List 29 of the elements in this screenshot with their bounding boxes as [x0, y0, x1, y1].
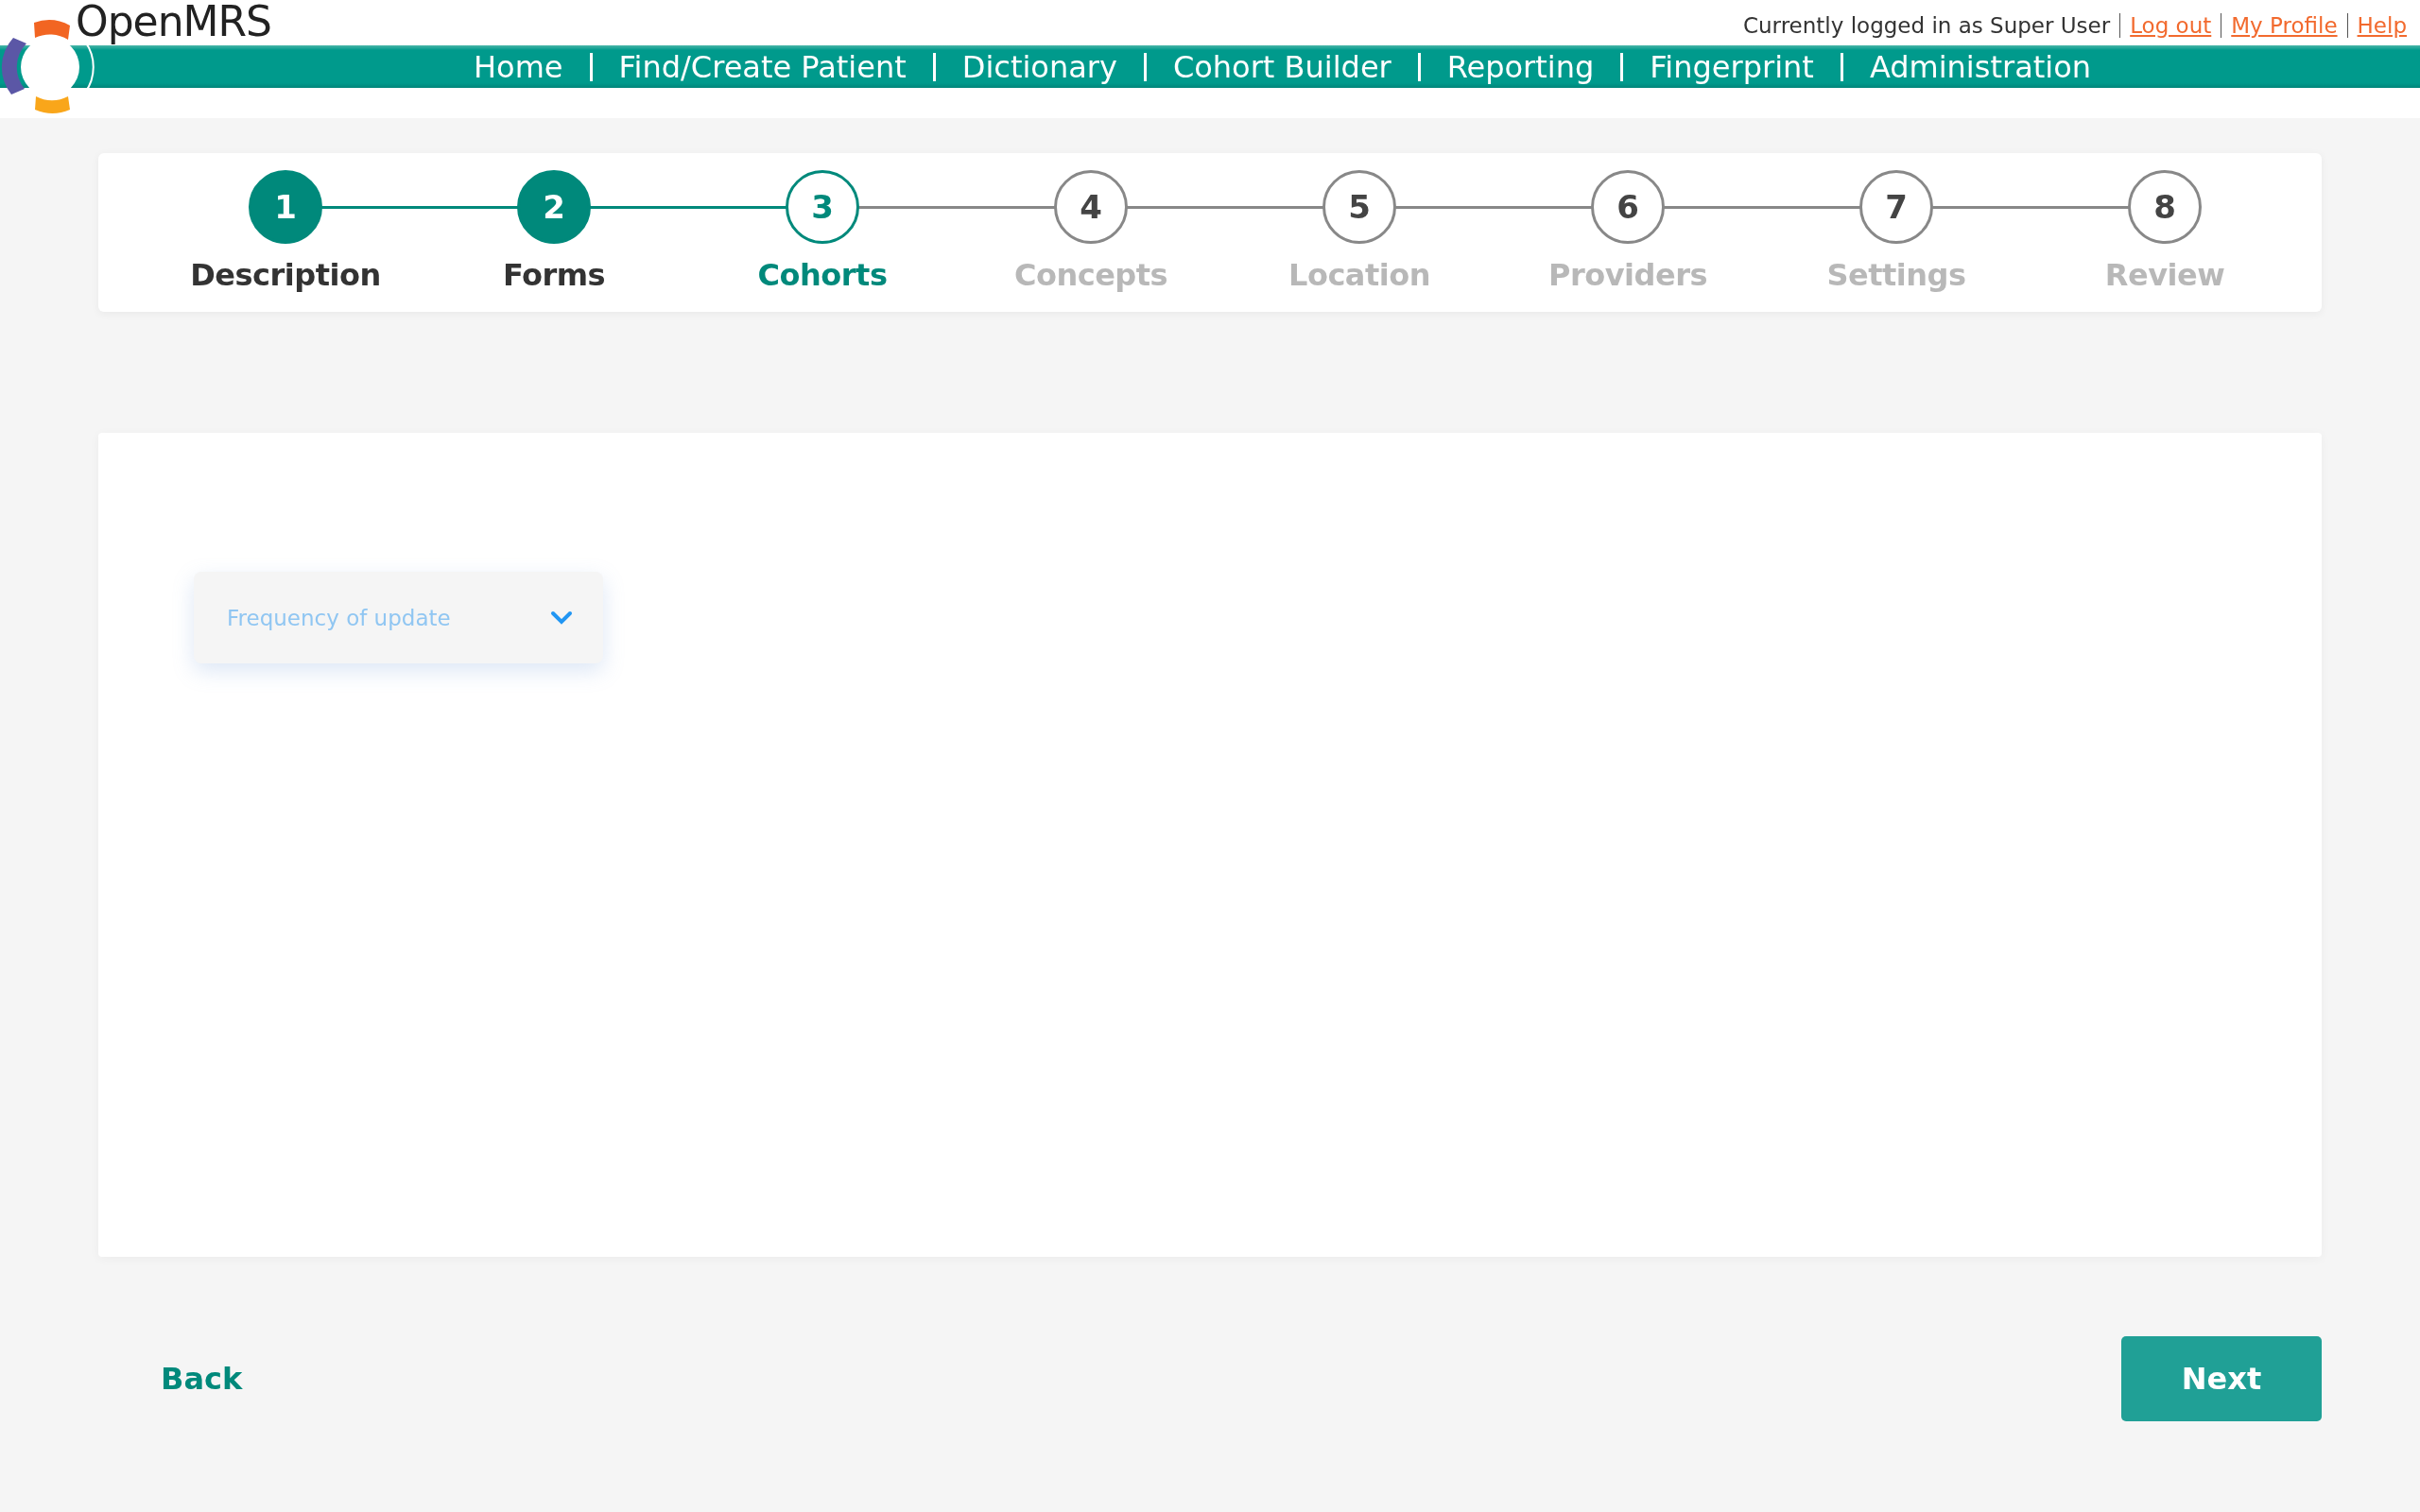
step-circle[interactable]: 7: [1859, 170, 1933, 244]
header-link[interactable]: My Profile: [2221, 13, 2347, 38]
step-label[interactable]: Review: [2104, 257, 2225, 293]
step-circle[interactable]: 4: [1054, 170, 1128, 244]
step-circle[interactable]: 1: [249, 170, 322, 244]
step-circle[interactable]: 5: [1322, 170, 1396, 244]
step-circle[interactable]: 6: [1591, 170, 1665, 244]
nav-link[interactable]: Administration: [1840, 52, 2118, 81]
back-link[interactable]: Back: [161, 1361, 243, 1397]
step-label[interactable]: Forms: [502, 257, 606, 293]
step-circle[interactable]: 2: [517, 170, 591, 244]
brand-name: OpenMRS: [76, 0, 271, 43]
step-circle[interactable]: 3: [786, 170, 859, 244]
step-label[interactable]: Description: [190, 257, 381, 293]
frequency-dropdown[interactable]: Frequency of update: [194, 572, 603, 663]
step-label[interactable]: Cohorts: [757, 257, 888, 293]
step-label[interactable]: Settings: [1826, 257, 1966, 293]
header-link[interactable]: Log out: [2119, 13, 2221, 38]
step-label[interactable]: Location: [1288, 257, 1430, 293]
step-label[interactable]: Providers: [1548, 257, 1707, 293]
header-link[interactable]: Help: [2346, 13, 2407, 38]
nav-link[interactable]: Home: [447, 52, 590, 81]
step-label[interactable]: Concepts: [1013, 257, 1168, 293]
nav-link[interactable]: Cohort Builder: [1143, 52, 1418, 81]
step-circle[interactable]: 8: [2128, 170, 2202, 244]
nav-link[interactable]: Find/Create Patient: [589, 52, 933, 81]
next-button[interactable]: Next: [2121, 1336, 2322, 1421]
login-status-text: Currently logged in as Super User: [1743, 13, 2112, 38]
chevron-down-icon: [550, 610, 573, 626]
